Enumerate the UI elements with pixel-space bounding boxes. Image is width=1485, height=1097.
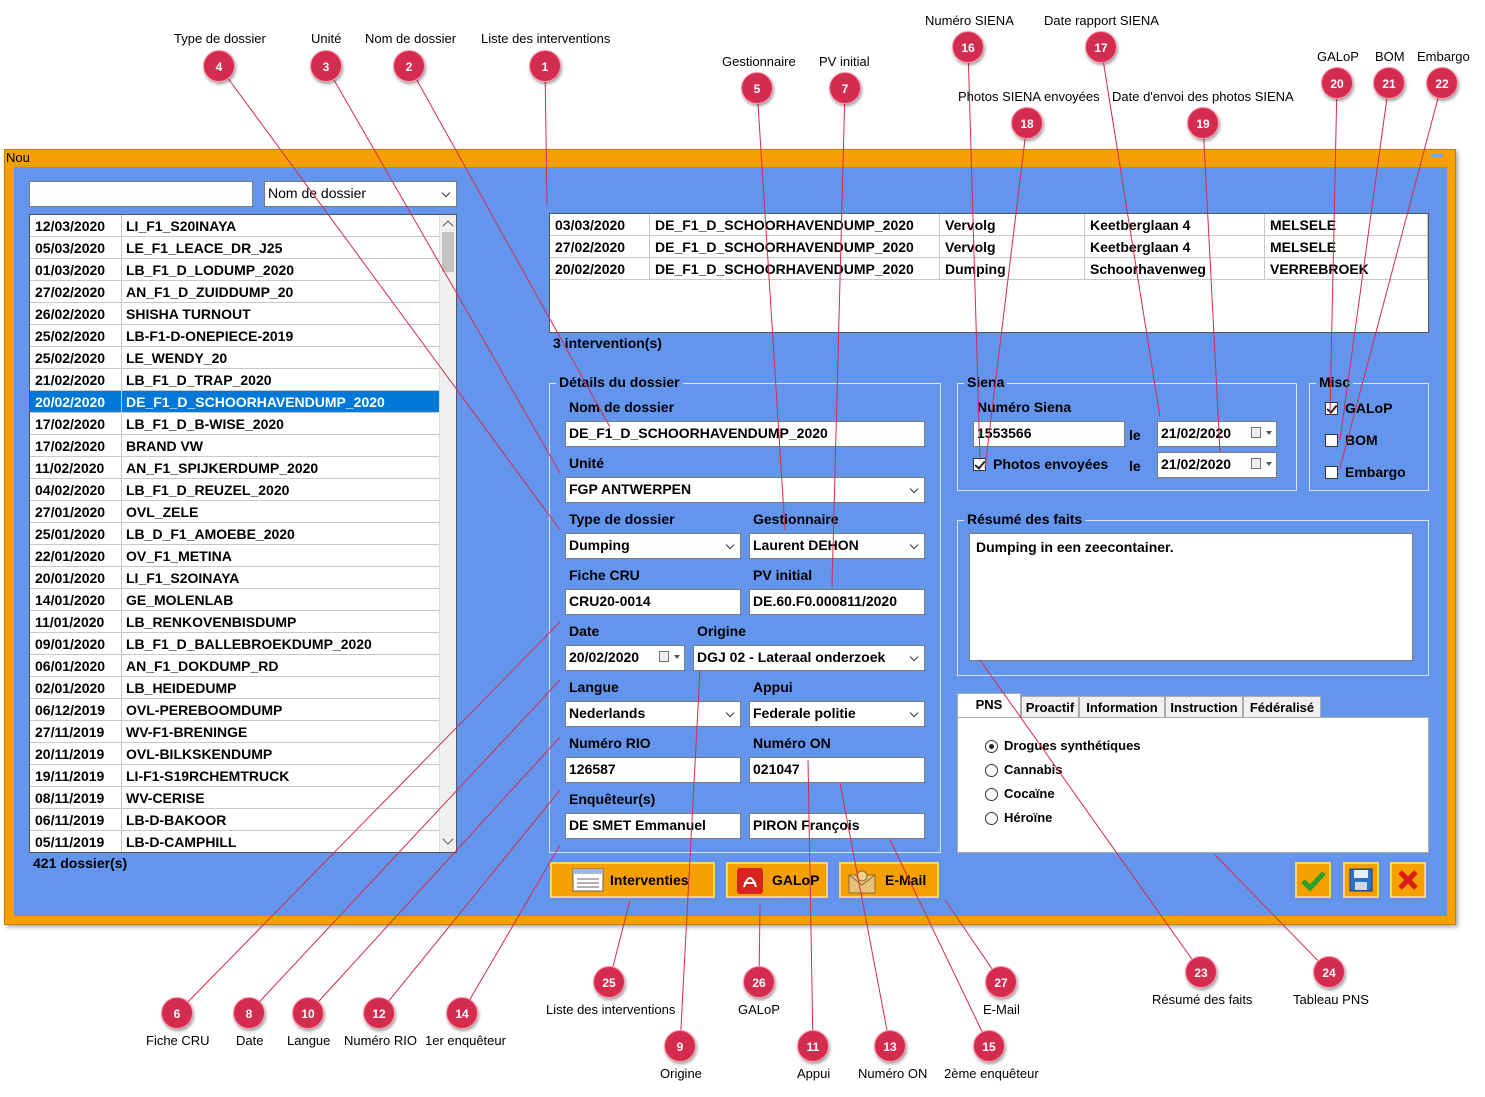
annotation-line [1214,854,1330,973]
annotation-line [176,621,561,1014]
callout-numero-siena: Numéro SIENA [925,13,1014,28]
annotation-marker: 3 [310,50,342,82]
annotation-lines [176,46,1443,1047]
annotation-marker: 18 [1011,107,1043,139]
annotation-line [307,736,561,1014]
annotation-line [1329,82,1338,416]
annotation-line [248,679,561,1014]
annotation-line [756,87,786,531]
annotation-marker: 7 [829,72,861,104]
annotation-line [984,122,1028,469]
callout-date-rapport-siena: Date rapport SIENA [1044,13,1159,28]
annotation-marker: 14 [446,997,478,1029]
callout-unite: Unité [311,31,342,46]
callout-liste-interventions: Liste des interventions [481,31,611,46]
annotation-marker: 20 [1321,67,1353,99]
annotation-marker: 9 [664,1030,696,1062]
annotation-marker: 1 [529,50,561,82]
annotation-marker: 15 [973,1030,1005,1062]
annotation-marker: 12 [363,997,395,1029]
annotation-line [1339,82,1443,469]
annotation-line [979,659,1202,973]
annotation-marker: 27 [985,966,1017,998]
annotation-marker: 22 [1426,67,1458,99]
callout-galop: GALoP [1317,49,1359,64]
annotation-line [967,46,981,461]
annotation-marker: 4 [203,50,235,82]
annotation-line [408,65,611,428]
annotation-marker: 17 [1085,31,1117,63]
callout-numero-rio: Numéro RIO [344,1033,417,1048]
callout-date-envoi-photos: Date d'envoi des photos SIENA [1112,89,1294,104]
annotation-line [807,759,814,1047]
callout-fiche-cru: Fiche CRU [146,1033,210,1048]
annotation-line [831,87,846,588]
callout-origine: Origine [660,1066,702,1081]
annotation-marker: 10 [292,997,324,1029]
callout-bom: BOM [1375,49,1405,64]
annotation-marker: 23 [1185,956,1217,988]
callout-email: E-Mail [983,1002,1020,1017]
annotation-marker: 26 [743,966,775,998]
callout-pv-initial: PV initial [819,54,870,69]
callout-appui: Appui [797,1066,831,1081]
annotation-line [839,782,891,1047]
annotation-line [461,844,561,1014]
callout-galop-2: GALoP [738,1002,780,1017]
callout-1er-enqueteur: 1er enquêteur [425,1033,506,1048]
callout-numero-on: Numéro ON [858,1066,928,1081]
callout-tableau-pns: Tableau PNS [1293,992,1369,1007]
annotation-marker: 24 [1313,956,1345,988]
callout-photos-siena: Photos SIENA envoyées [958,89,1100,104]
annotation-line [544,65,548,206]
callout-gestionnaire: Gestionnaire [722,54,796,69]
callout-nom-de-dossier: Nom de dossier [365,31,457,46]
annotation-marker: 19 [1187,107,1219,139]
annotation-marker: 16 [952,31,984,63]
annotation-marker: 25 [593,966,625,998]
callout-date: Date [236,1033,264,1048]
annotation-line [1202,122,1221,453]
annotation-marker: 5 [741,72,773,104]
annotation-line [679,669,701,1047]
annotation-marker: 6 [161,997,193,1029]
annotation-marker: 11 [797,1030,829,1062]
callout-resume-des-faits: Résumé des faits [1152,992,1253,1007]
callout-langue: Langue [287,1033,331,1048]
annotation-line [218,65,561,531]
callout-2eme-enqueteur: 2ème enquêteur [944,1066,1039,1081]
callout-embargo: Embargo [1417,49,1470,64]
annotation-line [378,789,561,1014]
callout-type-de-dossier: Type de dossier [174,31,266,46]
annotation-marker: 2 [393,50,425,82]
annotation-marker: 8 [233,997,265,1029]
callout-liste-interventions-2: Liste des interventions [546,1002,676,1017]
annotation-marker: 13 [874,1030,906,1062]
annotation-marker: 21 [1373,67,1405,99]
annotation-line [1339,82,1390,441]
